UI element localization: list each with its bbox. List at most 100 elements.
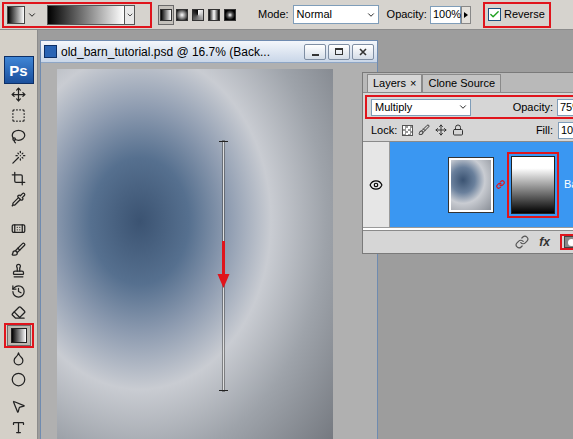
- dodge-icon: [11, 372, 26, 387]
- link-layers-icon[interactable]: [515, 235, 529, 249]
- tool-button[interactable]: [7, 105, 31, 126]
- tool-slot: [7, 281, 31, 302]
- tool-button[interactable]: [7, 168, 31, 189]
- tool-slot: [7, 84, 31, 105]
- panel-footer: fx: [363, 231, 573, 253]
- layer-opacity-label: Opacity:: [513, 99, 553, 116]
- angle-gradient-icon: [192, 9, 204, 21]
- eye-icon: [369, 178, 383, 192]
- eraser-icon: [11, 305, 26, 320]
- lock-all-icon[interactable]: [452, 124, 464, 136]
- canvas-area: [41, 63, 377, 439]
- minimize-button[interactable]: [304, 44, 326, 60]
- reverse-checkbox[interactable]: [488, 8, 501, 21]
- layer-opacity-field[interactable]: 75%: [557, 99, 573, 116]
- gradient-type-button[interactable]: [206, 5, 222, 25]
- blend-mode-value: Multiply: [375, 99, 412, 116]
- layer-row[interactable]: Ba: [363, 142, 573, 228]
- path-select-icon: [11, 399, 26, 414]
- gradient-type-button[interactable]: [174, 5, 190, 25]
- layer-thumbnail[interactable]: [448, 157, 494, 213]
- panel-tab[interactable]: Clone Source: [422, 74, 501, 92]
- gradient-type-button[interactable]: [222, 5, 238, 25]
- lock-position-icon[interactable]: [435, 124, 447, 136]
- tool-slot: [4, 323, 34, 348]
- minimize-icon: [312, 54, 319, 56]
- close-button[interactable]: [352, 44, 374, 60]
- tool-slot: [7, 396, 31, 417]
- gradient-picker[interactable]: [47, 5, 135, 25]
- type-icon: [11, 420, 26, 435]
- maximize-button[interactable]: [328, 44, 350, 60]
- logo-text: Ps: [9, 63, 27, 78]
- title-bar[interactable]: old_barn_tutorial.psd @ 16.7% (Back...: [41, 41, 377, 63]
- add-mask-button[interactable]: [564, 236, 573, 248]
- layer-list: Ba: [363, 141, 573, 231]
- opacity-slider-button[interactable]: [461, 6, 471, 24]
- opacity-value: 100%: [433, 6, 461, 23]
- tool-button[interactable]: [7, 218, 31, 239]
- move-icon: [11, 87, 26, 102]
- tab-close-button[interactable]: ×: [410, 78, 416, 89]
- tool-slot: [7, 239, 31, 260]
- highlight-box: [2, 2, 152, 28]
- tool-button[interactable]: [7, 281, 31, 302]
- tool-button[interactable]: [7, 147, 31, 168]
- opacity-field[interactable]: 100%: [430, 6, 461, 24]
- tool-button[interactable]: [7, 189, 31, 210]
- tools-panel: Ps: [0, 30, 38, 439]
- gradient-type-button[interactable]: [158, 5, 174, 25]
- layer-style-button[interactable]: fx: [539, 233, 550, 251]
- tool-slot: [7, 302, 31, 323]
- mask-link-icon[interactable]: [496, 178, 505, 191]
- layer-opacity-value: 75%: [560, 99, 573, 116]
- tool-button[interactable]: [7, 369, 31, 390]
- highlight-box: [560, 234, 573, 250]
- gradient-type-button[interactable]: [190, 5, 206, 25]
- highlight-box: Reverse: [483, 2, 551, 28]
- document-window[interactable]: old_barn_tutorial.psd @ 16.7% (Back...: [40, 40, 378, 439]
- tool-button[interactable]: [7, 417, 31, 438]
- tool-button[interactable]: [7, 260, 31, 281]
- fill-field[interactable]: 100%: [558, 122, 573, 139]
- tool-slot: [7, 348, 31, 369]
- dropdown-arrow-icon: [458, 102, 468, 112]
- tool-button[interactable]: [7, 325, 31, 346]
- tab-label: Clone Source: [428, 75, 495, 92]
- layer-name: Ba: [564, 176, 573, 193]
- linear-gradient-icon: [160, 9, 172, 21]
- lock-transparency-button[interactable]: [402, 125, 413, 136]
- arrow-right-icon: [464, 12, 468, 18]
- fill-label: Fill:: [536, 122, 553, 139]
- cloud-photo[interactable]: [57, 69, 333, 439]
- mode-dropdown[interactable]: Normal: [293, 5, 379, 24]
- brush-icon: [11, 242, 26, 257]
- ps-document-icon: [44, 45, 57, 58]
- mode-label: Mode:: [258, 6, 289, 23]
- tool-button[interactable]: [7, 348, 31, 369]
- visibility-toggle[interactable]: [363, 142, 390, 227]
- tool-button[interactable]: [7, 302, 31, 323]
- magic-wand-icon: [11, 150, 26, 165]
- lock-label: Lock:: [371, 122, 397, 139]
- blend-mode-dropdown[interactable]: Multiply: [371, 99, 471, 116]
- main-area: Ps old_barn_tutorial.psd @ 16.7% (Back...…: [0, 30, 573, 439]
- tool-button[interactable]: [7, 84, 31, 105]
- gradient-dropdown[interactable]: [124, 6, 134, 24]
- lasso-icon: [11, 129, 26, 144]
- layers-panel[interactable]: Layers× Clone Source Multiply Opacity: 75% Lo…: [362, 72, 573, 254]
- tool-button[interactable]: [7, 126, 31, 147]
- mask-circle-icon: [568, 239, 573, 246]
- tool-preset-picker[interactable]: [7, 6, 37, 24]
- tool-button[interactable]: [7, 239, 31, 260]
- eyedropper-icon: [11, 192, 26, 207]
- lock-pixels-icon[interactable]: [418, 124, 430, 136]
- tool-button[interactable]: [7, 396, 31, 417]
- photoshop-logo[interactable]: Ps: [4, 56, 34, 84]
- layer-mask-thumbnail[interactable]: [511, 156, 555, 214]
- gradient-tool-icon: [7, 6, 25, 24]
- fill-value: 100%: [561, 122, 573, 139]
- tool-slot: [7, 260, 31, 281]
- panel-tab[interactable]: Layers×: [367, 74, 422, 92]
- check-icon: [489, 9, 500, 20]
